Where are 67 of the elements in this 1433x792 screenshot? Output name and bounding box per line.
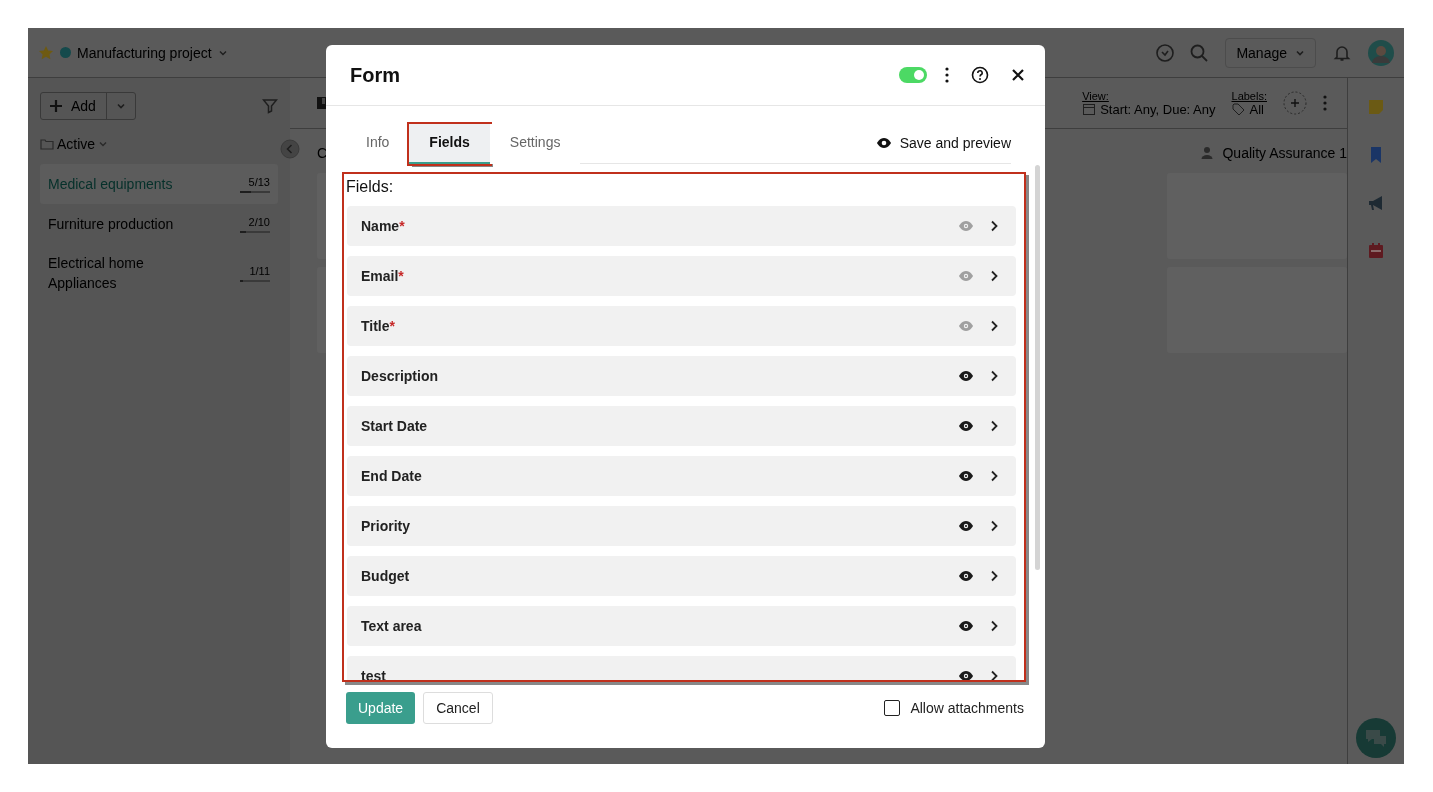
close-icon[interactable] bbox=[1011, 68, 1025, 82]
help-icon[interactable] bbox=[971, 66, 989, 84]
tab[interactable]: Fields bbox=[409, 124, 490, 164]
eye-icon[interactable] bbox=[958, 520, 974, 532]
field-row[interactable]: Description bbox=[347, 356, 1016, 396]
field-row[interactable]: End Date bbox=[347, 456, 1016, 496]
project-dot bbox=[60, 47, 71, 58]
calendar-icon bbox=[1082, 102, 1097, 116]
chevron-icon[interactable] bbox=[990, 270, 998, 282]
eye-icon[interactable] bbox=[958, 620, 974, 632]
field-name: Title* bbox=[361, 318, 396, 334]
field-name: Start Date bbox=[361, 418, 429, 434]
project-name: Electrical home Appliances bbox=[48, 254, 145, 293]
field-name: Priority bbox=[361, 518, 411, 534]
tag-icon bbox=[1231, 102, 1246, 116]
eye-icon bbox=[875, 135, 892, 151]
labels-label: Labels: bbox=[1231, 89, 1267, 102]
field-row[interactable]: Start Date bbox=[347, 406, 1016, 446]
chevron-icon[interactable] bbox=[990, 420, 998, 432]
task-count: 5/13 bbox=[248, 175, 270, 188]
enable-toggle[interactable] bbox=[899, 67, 927, 83]
task-count: 2/10 bbox=[248, 215, 270, 228]
field-row[interactable]: Name* bbox=[347, 206, 1016, 246]
tab[interactable]: Settings bbox=[489, 124, 581, 164]
save-preview-button[interactable]: Save and preview bbox=[875, 127, 1011, 163]
person-icon bbox=[1200, 146, 1215, 160]
field-name: Name* bbox=[361, 218, 406, 234]
chevron-icon[interactable] bbox=[990, 520, 998, 532]
project-name: Medical equipments bbox=[48, 175, 174, 194]
chevron-icon[interactable] bbox=[990, 220, 998, 232]
folder-icon bbox=[40, 137, 54, 151]
column-title: C bbox=[317, 145, 328, 161]
checkbox[interactable] bbox=[884, 700, 901, 716]
eye-icon[interactable] bbox=[958, 470, 974, 482]
chevron-icon[interactable] bbox=[990, 670, 998, 680]
eye-icon[interactable] bbox=[958, 420, 974, 432]
field-name: Email* bbox=[361, 268, 405, 284]
field-name: Text area bbox=[361, 618, 423, 634]
field-row[interactable]: Email* bbox=[347, 256, 1016, 296]
star-icon[interactable] bbox=[38, 44, 54, 61]
task-count: 1/11 bbox=[249, 264, 270, 277]
field-name: Budget bbox=[361, 568, 411, 584]
view-label: View: bbox=[1082, 89, 1110, 102]
fields-heading: Fields: bbox=[346, 178, 395, 196]
eye-icon[interactable] bbox=[958, 370, 974, 382]
field-row[interactable]: Priority bbox=[347, 506, 1016, 546]
search-icon[interactable] bbox=[1189, 42, 1210, 63]
chevron-icon[interactable] bbox=[990, 620, 998, 632]
chevron-icon[interactable] bbox=[990, 320, 998, 332]
more-icon[interactable] bbox=[945, 67, 949, 83]
field-name: End Date bbox=[361, 468, 423, 484]
eye-icon[interactable] bbox=[958, 670, 974, 680]
dialog-title: Form bbox=[350, 63, 400, 87]
checkbox-label[interactable]: Allow attachments bbox=[910, 700, 1024, 716]
project-name: Furniture production bbox=[48, 215, 175, 234]
plus-icon bbox=[49, 99, 63, 113]
field-row[interactable]: Title* bbox=[347, 306, 1016, 346]
field-name: Description bbox=[361, 368, 439, 384]
chevron-icon[interactable] bbox=[990, 570, 998, 582]
chevron-icon[interactable] bbox=[990, 370, 998, 382]
eye-icon[interactable] bbox=[958, 570, 974, 582]
cancel-button[interactable]: Cancel bbox=[423, 692, 493, 724]
field-row[interactable]: Budget bbox=[347, 556, 1016, 596]
calendar-icon[interactable] bbox=[1367, 242, 1385, 260]
chevron-icon[interactable] bbox=[990, 470, 998, 482]
field-row[interactable]: Text area bbox=[347, 606, 1016, 646]
column-title: Quality Assurance 1 bbox=[1222, 145, 1347, 161]
